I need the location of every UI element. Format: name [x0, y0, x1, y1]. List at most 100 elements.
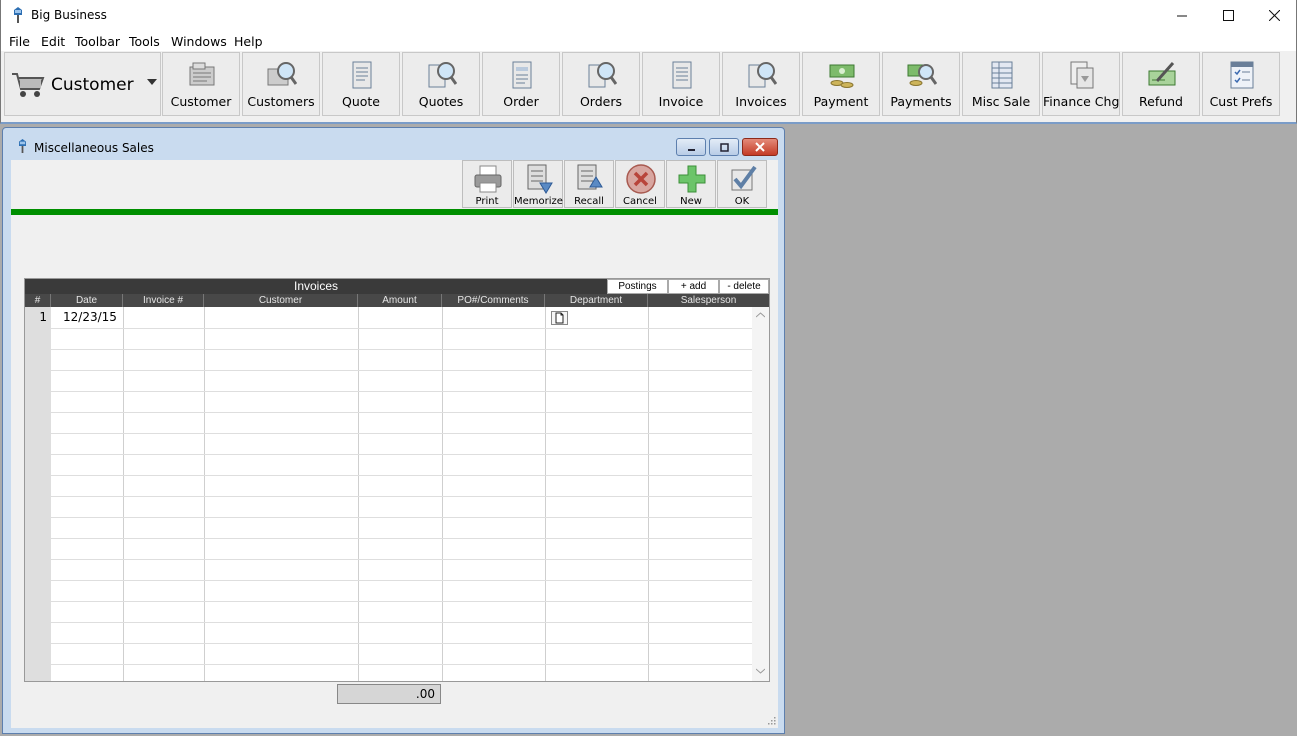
- window-restore-button[interactable]: [709, 138, 739, 156]
- cancel-icon: [626, 164, 656, 194]
- close-button[interactable]: [1251, 0, 1297, 31]
- toolbar-payments-button[interactable]: Payments: [882, 52, 960, 116]
- grid-column-line: [442, 307, 443, 681]
- customers-search-icon: [267, 62, 297, 86]
- toolbar-quote-button[interactable]: Quote: [322, 52, 400, 116]
- toolbar-orders-button[interactable]: Orders: [562, 52, 640, 116]
- maximize-button[interactable]: [1205, 0, 1251, 31]
- col-customer-header[interactable]: Customer: [204, 294, 358, 307]
- toolbar-customers-button[interactable]: Customers: [242, 52, 320, 116]
- grid-row-line: [51, 517, 752, 518]
- window-app-icon: [19, 139, 26, 153]
- menu-toolbar[interactable]: Toolbar: [75, 34, 120, 49]
- grid-row-line: [51, 370, 752, 371]
- grid-row-line: [51, 601, 752, 602]
- menu-file[interactable]: File: [9, 34, 30, 49]
- grid-caption: Invoices: [25, 279, 607, 294]
- new-label: New: [680, 196, 702, 207]
- menu-tools[interactable]: Tools: [129, 34, 160, 49]
- window-close-button[interactable]: [742, 138, 778, 156]
- scroll-up-icon[interactable]: [755, 311, 766, 320]
- menu-windows[interactable]: Windows: [171, 34, 227, 49]
- memorize-icon: [527, 164, 553, 194]
- toolbar-misc-sale-button[interactable]: Misc Sale: [962, 52, 1040, 116]
- grid-body[interactable]: 12/23/15: [51, 307, 753, 681]
- col-amount-header[interactable]: Amount: [358, 294, 442, 307]
- toolbar-payment-button[interactable]: Payment: [802, 52, 880, 116]
- minimize-icon: [687, 148, 695, 151]
- close-icon: [755, 142, 765, 152]
- module-label: Customer: [51, 75, 134, 95]
- scroll-down-icon[interactable]: [755, 667, 766, 676]
- grid-row-line: [51, 412, 752, 413]
- window-body: Print Memorize Recall Cancel New OK Invo…: [11, 160, 778, 728]
- toolbar-quotes-button[interactable]: Quotes: [402, 52, 480, 116]
- cancel-label: Cancel: [623, 196, 657, 207]
- resize-grip-icon[interactable]: [767, 716, 776, 725]
- invoices-search-icon: [748, 62, 777, 88]
- toolbar-refund-button[interactable]: Refund: [1122, 52, 1200, 116]
- order-document-icon: [512, 61, 532, 89]
- amount-total: .00: [337, 684, 441, 704]
- row-number-column: 1: [25, 307, 51, 681]
- grid-row-line: [51, 643, 752, 644]
- grid-row-line: [51, 559, 752, 560]
- col-po-comments-header[interactable]: PO#/Comments: [442, 294, 545, 307]
- grid-row-line: [51, 622, 752, 623]
- ok-label: OK: [734, 196, 750, 207]
- toolbar-order-button[interactable]: Order: [482, 52, 560, 116]
- toolbar-payment-label: Payment: [813, 94, 869, 109]
- printer-icon: [474, 165, 502, 193]
- shopping-cart-icon: [12, 73, 45, 97]
- delete-row-button[interactable]: - delete: [719, 279, 769, 294]
- toolbar-invoice-button[interactable]: Invoice: [642, 52, 720, 116]
- toolbar-finance-chg-button[interactable]: Finance Chg: [1042, 52, 1120, 116]
- grid-row-line: [51, 538, 752, 539]
- window-minimize-button[interactable]: [676, 138, 706, 156]
- quotes-search-icon: [428, 62, 457, 88]
- print-button[interactable]: Print: [462, 160, 512, 208]
- customer-card-icon: [189, 62, 215, 86]
- status-line: [11, 209, 778, 215]
- new-button[interactable]: New: [666, 160, 716, 208]
- grid-scrollbar[interactable]: [752, 307, 769, 681]
- recall-button[interactable]: Recall: [564, 160, 614, 208]
- grid-row-line: [51, 475, 752, 476]
- cell-date[interactable]: 12/23/15: [63, 310, 117, 324]
- add-row-button[interactable]: + add: [668, 279, 719, 294]
- minimize-button[interactable]: [1159, 0, 1205, 31]
- comments-button[interactable]: [551, 311, 568, 325]
- restore-icon: [719, 142, 729, 152]
- main-toolbar: Customer Customer Customers Quote Quotes…: [0, 51, 1297, 124]
- payment-money-icon: [829, 64, 855, 88]
- grid-column-line: [358, 307, 359, 681]
- toolbar-cust-prefs-button[interactable]: Cust Prefs: [1202, 52, 1280, 116]
- child-title-bar[interactable]: Miscellaneous Sales: [3, 128, 784, 160]
- memorize-button[interactable]: Memorize: [513, 160, 563, 208]
- toolbar-customer-button[interactable]: Customer: [162, 52, 240, 116]
- grid-column-line: [204, 307, 205, 681]
- misc-sales-window: Miscellaneous Sales Print Memorize Recal…: [2, 127, 785, 734]
- grid-row-line: [51, 580, 752, 581]
- cancel-button[interactable]: Cancel: [615, 160, 665, 208]
- app-title: Big Business: [31, 8, 107, 22]
- module-selector[interactable]: Customer: [4, 52, 161, 116]
- postings-tab[interactable]: Postings: [607, 279, 668, 294]
- col-salesperson-header[interactable]: Salesperson: [648, 294, 769, 307]
- col-department-header[interactable]: Department: [545, 294, 648, 307]
- menu-edit[interactable]: Edit: [41, 34, 65, 49]
- toolbar-invoices-button[interactable]: Invoices: [722, 52, 800, 116]
- chevron-down-icon: [147, 79, 157, 85]
- col-num-header[interactable]: #: [25, 294, 51, 307]
- grid-row-line: [51, 664, 752, 665]
- toolbar-cust-prefs-label: Cust Prefs: [1209, 94, 1273, 109]
- toolbar-invoice-label: Invoice: [658, 94, 704, 109]
- grid-row-line: [51, 496, 752, 497]
- minimize-icon: [1176, 15, 1187, 17]
- misc-sale-icon: [991, 61, 1013, 89]
- grid-column-line: [648, 307, 649, 681]
- menu-help[interactable]: Help: [234, 34, 263, 49]
- ok-button[interactable]: OK: [717, 160, 767, 208]
- col-date-header[interactable]: Date: [51, 294, 123, 307]
- col-invoice-header[interactable]: Invoice #: [123, 294, 204, 307]
